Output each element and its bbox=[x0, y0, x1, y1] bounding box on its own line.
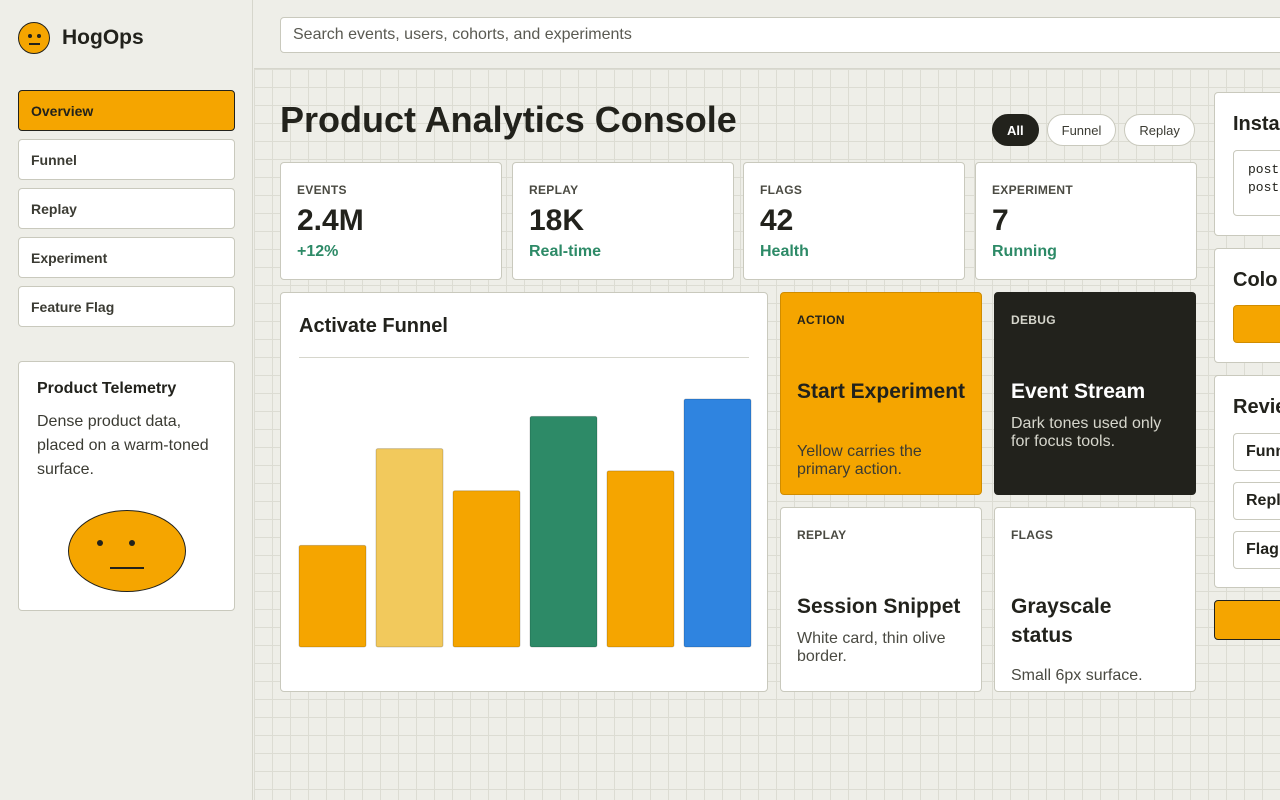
card-desc: Small 6px surface. bbox=[1011, 667, 1143, 684]
accent-color-swatch[interactable] bbox=[1233, 305, 1280, 343]
card-title: Grayscale status bbox=[1011, 595, 1112, 647]
sidebar-item-feature-flag[interactable]: Feature Flag bbox=[18, 286, 235, 327]
stat-value: 2.4M bbox=[297, 204, 364, 237]
card-kicker: ACTION bbox=[797, 313, 845, 327]
stat-card-events[interactable]: EVENTS 2.4M +12% bbox=[280, 162, 502, 280]
activate-funnel-chart-card: Activate Funnel bbox=[280, 292, 768, 692]
sidebar-item-replay[interactable]: Replay bbox=[18, 188, 235, 229]
card-title: Start Experiment bbox=[797, 380, 966, 403]
hedgehog-face-logo-icon bbox=[18, 22, 50, 54]
colors-panel: Colo bbox=[1214, 248, 1280, 363]
sidebar: HogOps Overview Funnel Replay Experiment… bbox=[0, 0, 253, 800]
funnel-bar-4[interactable] bbox=[529, 415, 598, 648]
stat-card-experiment[interactable]: EXPERIMENT 7 Running bbox=[975, 162, 1197, 280]
telemetry-body: Dense product data, placed on a warm-ton… bbox=[37, 413, 209, 478]
review-item-flags[interactable]: Flag bbox=[1233, 531, 1280, 569]
review-panel: Revie Funn Repl Flag bbox=[1214, 375, 1280, 588]
card-desc: White card, thin olive border. bbox=[797, 630, 946, 665]
review-item-funnel[interactable]: Funn bbox=[1233, 433, 1280, 471]
install-code-snippet[interactable]: post post bbox=[1233, 150, 1280, 216]
stat-label: EVENTS bbox=[297, 183, 347, 197]
top-bar bbox=[254, 0, 1280, 69]
product-telemetry-card: Product Telemetry Dense product data, pl… bbox=[18, 361, 235, 611]
funnel-bar-3[interactable] bbox=[452, 490, 521, 648]
telemetry-title: Product Telemetry bbox=[37, 380, 177, 397]
card-kicker: DEBUG bbox=[1011, 313, 1056, 327]
stat-value: 18K bbox=[529, 204, 585, 237]
card-start-experiment[interactable]: ACTION Start Experiment Yellow carries t… bbox=[780, 292, 982, 495]
stat-delta: Real-time bbox=[529, 243, 602, 260]
filter-all[interactable]: All bbox=[992, 114, 1039, 146]
stat-value: 7 bbox=[992, 204, 1009, 237]
review-title: Revie bbox=[1233, 396, 1280, 418]
card-title: Event Stream bbox=[1011, 380, 1146, 403]
card-desc: Dark tones used only for focus tools. bbox=[1011, 415, 1162, 450]
sidebar-item-funnel[interactable]: Funnel bbox=[18, 139, 235, 180]
funnel-bar-6[interactable] bbox=[683, 398, 752, 648]
card-kicker: REPLAY bbox=[797, 528, 847, 542]
search-input[interactable] bbox=[280, 17, 1280, 53]
card-title: Session Snippet bbox=[797, 595, 961, 618]
stat-card-flags[interactable]: FLAGS 42 Health bbox=[743, 162, 965, 280]
filter-replay[interactable]: Replay bbox=[1124, 114, 1195, 146]
hedgehog-mascot-icon bbox=[68, 510, 186, 592]
card-session-snippet[interactable]: REPLAY Session Snippet White card, thin … bbox=[780, 507, 982, 692]
stat-delta: Running bbox=[992, 243, 1057, 260]
card-grayscale-status[interactable]: FLAGS Grayscale status Small 6px surface… bbox=[994, 507, 1196, 692]
install-title: Insta bbox=[1233, 113, 1280, 135]
funnel-bar-2[interactable] bbox=[375, 448, 444, 648]
card-event-stream[interactable]: DEBUG Event Stream Dark tones used only … bbox=[994, 292, 1196, 495]
stat-label: REPLAY bbox=[529, 183, 579, 197]
sidebar-item-experiment[interactable]: Experiment bbox=[18, 237, 235, 278]
stat-label: EXPERIMENT bbox=[992, 183, 1074, 197]
filter-funnel[interactable]: Funnel bbox=[1046, 114, 1117, 146]
card-desc: Yellow carries the primary action. bbox=[797, 443, 922, 478]
card-kicker: FLAGS bbox=[1011, 528, 1054, 542]
stat-card-replay[interactable]: REPLAY 18K Real-time bbox=[512, 162, 734, 280]
stat-delta: Health bbox=[760, 243, 809, 260]
install-panel: Insta post post bbox=[1214, 92, 1280, 236]
stat-label: FLAGS bbox=[760, 183, 803, 197]
funnel-bar-1[interactable] bbox=[298, 544, 367, 648]
funnel-bar-5[interactable] bbox=[606, 470, 675, 648]
brand[interactable]: HogOps bbox=[18, 22, 144, 54]
primary-action-button[interactable] bbox=[1214, 600, 1280, 640]
main-content: Product Analytics Console All Funnel Rep… bbox=[254, 69, 1280, 800]
review-item-replay[interactable]: Repl bbox=[1233, 482, 1280, 520]
sidebar-item-overview[interactable]: Overview bbox=[18, 90, 235, 131]
colors-title: Colo bbox=[1233, 269, 1278, 291]
app-name: HogOps bbox=[62, 26, 144, 49]
page-title: Product Analytics Console bbox=[280, 99, 737, 140]
stat-value: 42 bbox=[760, 204, 794, 237]
funnel-bar-chart bbox=[298, 398, 752, 648]
filter-pills: All Funnel Replay bbox=[992, 114, 1195, 146]
sidebar-nav: Overview Funnel Replay Experiment Featur… bbox=[18, 90, 235, 335]
stat-delta: +12% bbox=[297, 243, 339, 260]
